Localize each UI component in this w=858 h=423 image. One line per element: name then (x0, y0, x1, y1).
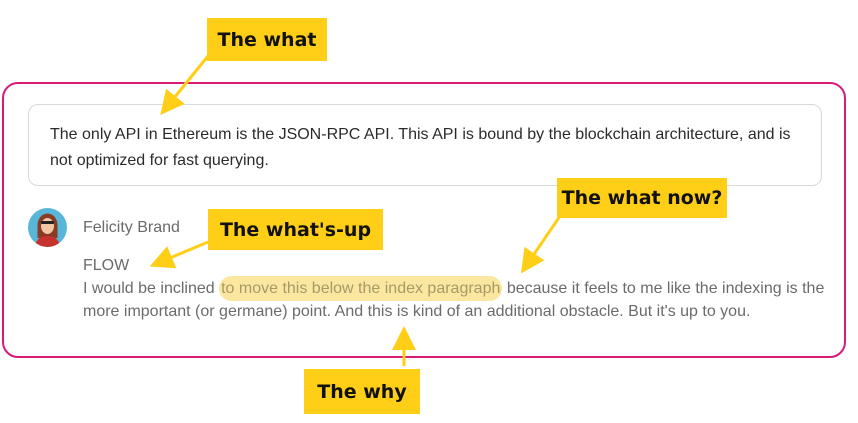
callout-the-why: The why (304, 369, 420, 414)
avatar[interactable] (28, 208, 67, 247)
quoted-text: The only API in Ethereum is the JSON-RPC… (50, 126, 791, 169)
comment-label: FLOW (83, 257, 130, 274)
avatar-portrait-icon (28, 208, 67, 247)
callout-the-whats-up: The what's-up (208, 209, 383, 250)
author-last-name: Brand (137, 219, 180, 236)
comment-body: FLOW I would be inclined to move this be… (83, 254, 828, 323)
author-first-name: Felicity (83, 219, 133, 236)
callout-the-what: The what (207, 18, 327, 61)
comment-author: Felicity Brand (83, 219, 180, 237)
comment-text-before: I would be inclined (83, 280, 220, 297)
comment-highlight: to move this below the index paragraph (219, 276, 503, 301)
quoted-text-box: The only API in Ethereum is the JSON-RPC… (28, 104, 822, 186)
callout-the-what-now: The what now? (557, 178, 727, 218)
